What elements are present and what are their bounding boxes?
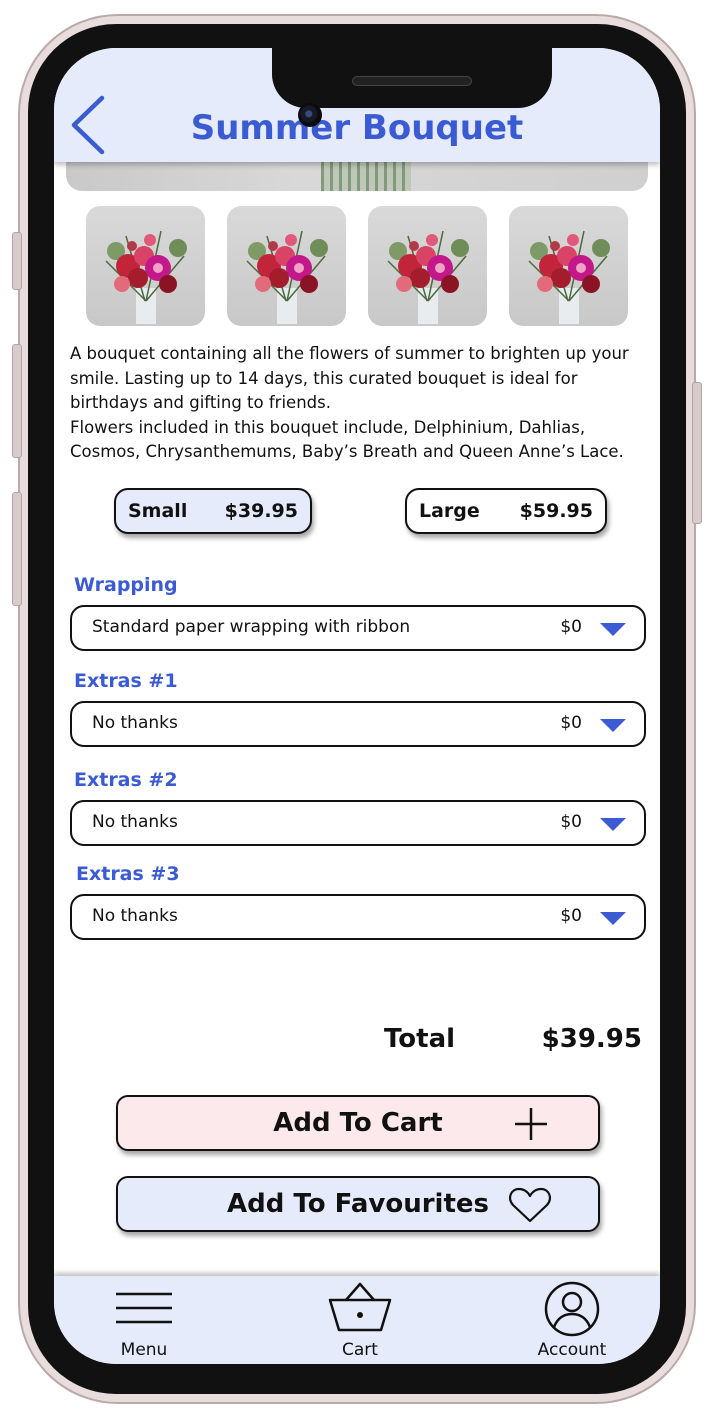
total-value: $39.95: [541, 1024, 642, 1054]
phone-speaker: [352, 76, 472, 86]
extras-1-label: Extras #1: [74, 670, 178, 692]
description-paragraph-1: A bouquet containing all the flowers of …: [70, 344, 629, 412]
phone-side-button: [12, 232, 22, 290]
dropdown-value: No thanks: [92, 906, 178, 926]
basket-icon: [328, 1282, 392, 1332]
nav-item-menu[interactable]: Menu: [84, 1280, 204, 1362]
app-screen: Summer Bouquet A bouquet containing all …: [54, 48, 660, 1364]
dropdown-price: $0: [560, 713, 582, 733]
dropdown-value: No thanks: [92, 812, 178, 832]
dropdown-arrow-icon: [600, 818, 626, 831]
thumbnail-image-1[interactable]: [86, 206, 205, 326]
extras-2-label: Extras #2: [74, 769, 178, 791]
heart-icon: [509, 1187, 551, 1223]
add-to-cart-button[interactable]: Add To Cart: [116, 1095, 600, 1151]
dropdown-value: No thanks: [92, 713, 178, 733]
plus-icon: [515, 1108, 547, 1140]
nav-item-account[interactable]: Account: [512, 1280, 632, 1362]
extras-1-dropdown[interactable]: No thanks $0: [70, 701, 646, 747]
wrapping-label: Wrapping: [74, 574, 178, 596]
user-account-icon: [544, 1281, 600, 1337]
dropdown-value: Standard paper wrapping with ribbon: [92, 617, 411, 637]
dropdown-arrow-icon: [600, 912, 626, 925]
total-label: Total: [384, 1024, 456, 1054]
dropdown-arrow-icon: [600, 623, 626, 636]
thumbnail-image-4[interactable]: [509, 206, 628, 326]
thumbnail-image-3[interactable]: [368, 206, 487, 326]
product-description: A bouquet containing all the flowers of …: [70, 342, 650, 465]
bouquet-image: [528, 230, 610, 324]
bouquet-image: [246, 230, 328, 324]
size-option-large[interactable]: Large $59.95: [405, 488, 607, 534]
description-paragraph-2: Flowers included in this bouquet include…: [70, 417, 624, 462]
bouquet-image: [105, 230, 187, 324]
extras-3-label: Extras #3: [76, 863, 180, 885]
nav-item-cart[interactable]: Cart: [300, 1280, 420, 1362]
page-title: Summer Bouquet: [190, 108, 524, 148]
size-option-small[interactable]: Small $39.95: [114, 488, 312, 534]
thumbnail-image-2[interactable]: [227, 206, 346, 326]
extras-3-dropdown[interactable]: No thanks $0: [70, 894, 646, 940]
phone-camera: [298, 103, 322, 127]
nav-label-cart: Cart: [342, 1340, 378, 1360]
phone-side-button: [12, 492, 22, 606]
phone-side-button: [692, 382, 702, 524]
phone-side-button: [12, 344, 22, 458]
extras-2-dropdown[interactable]: No thanks $0: [70, 800, 646, 846]
nav-label-menu: Menu: [120, 1340, 168, 1360]
dropdown-price: $0: [560, 617, 582, 637]
nav-label-account: Account: [537, 1340, 607, 1360]
hamburger-menu-icon: [116, 1292, 172, 1324]
add-to-favourites-button[interactable]: Add To Favourites: [116, 1176, 600, 1232]
dropdown-price: $0: [560, 906, 582, 926]
size-label: Small: [128, 500, 188, 522]
size-label: Large: [419, 500, 480, 522]
bottom-navigation: Menu Cart Account: [54, 1276, 660, 1364]
bouquet-image: [387, 230, 469, 324]
dropdown-arrow-icon: [600, 719, 626, 732]
wrapping-dropdown[interactable]: Standard paper wrapping with ribbon $0: [70, 605, 646, 651]
size-price: $39.95: [224, 500, 298, 522]
dropdown-price: $0: [560, 812, 582, 832]
size-price: $59.95: [519, 500, 593, 522]
